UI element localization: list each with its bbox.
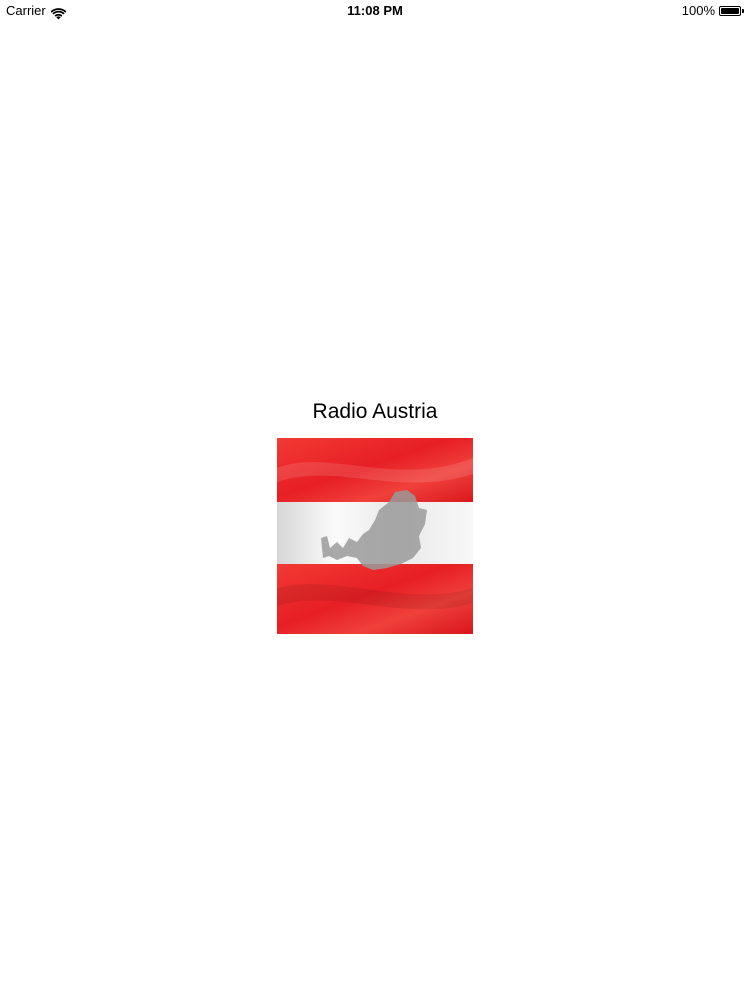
status-time: 11:08 PM: [347, 3, 403, 18]
battery-percent: 100%: [681, 3, 715, 18]
status-right: 100%: [682, 0, 744, 22]
battery-icon: [719, 6, 744, 16]
battery-fill: [721, 8, 739, 14]
battery-tip: [742, 9, 744, 13]
austria-flag-map-logo: [277, 438, 473, 634]
splash-screen: Carrier 11:08 PM 100% Radio Austria: [0, 0, 750, 1000]
app-title: Radio Austria: [312, 400, 438, 423]
status-bar: Carrier 11:08 PM 100%: [0, 0, 750, 22]
